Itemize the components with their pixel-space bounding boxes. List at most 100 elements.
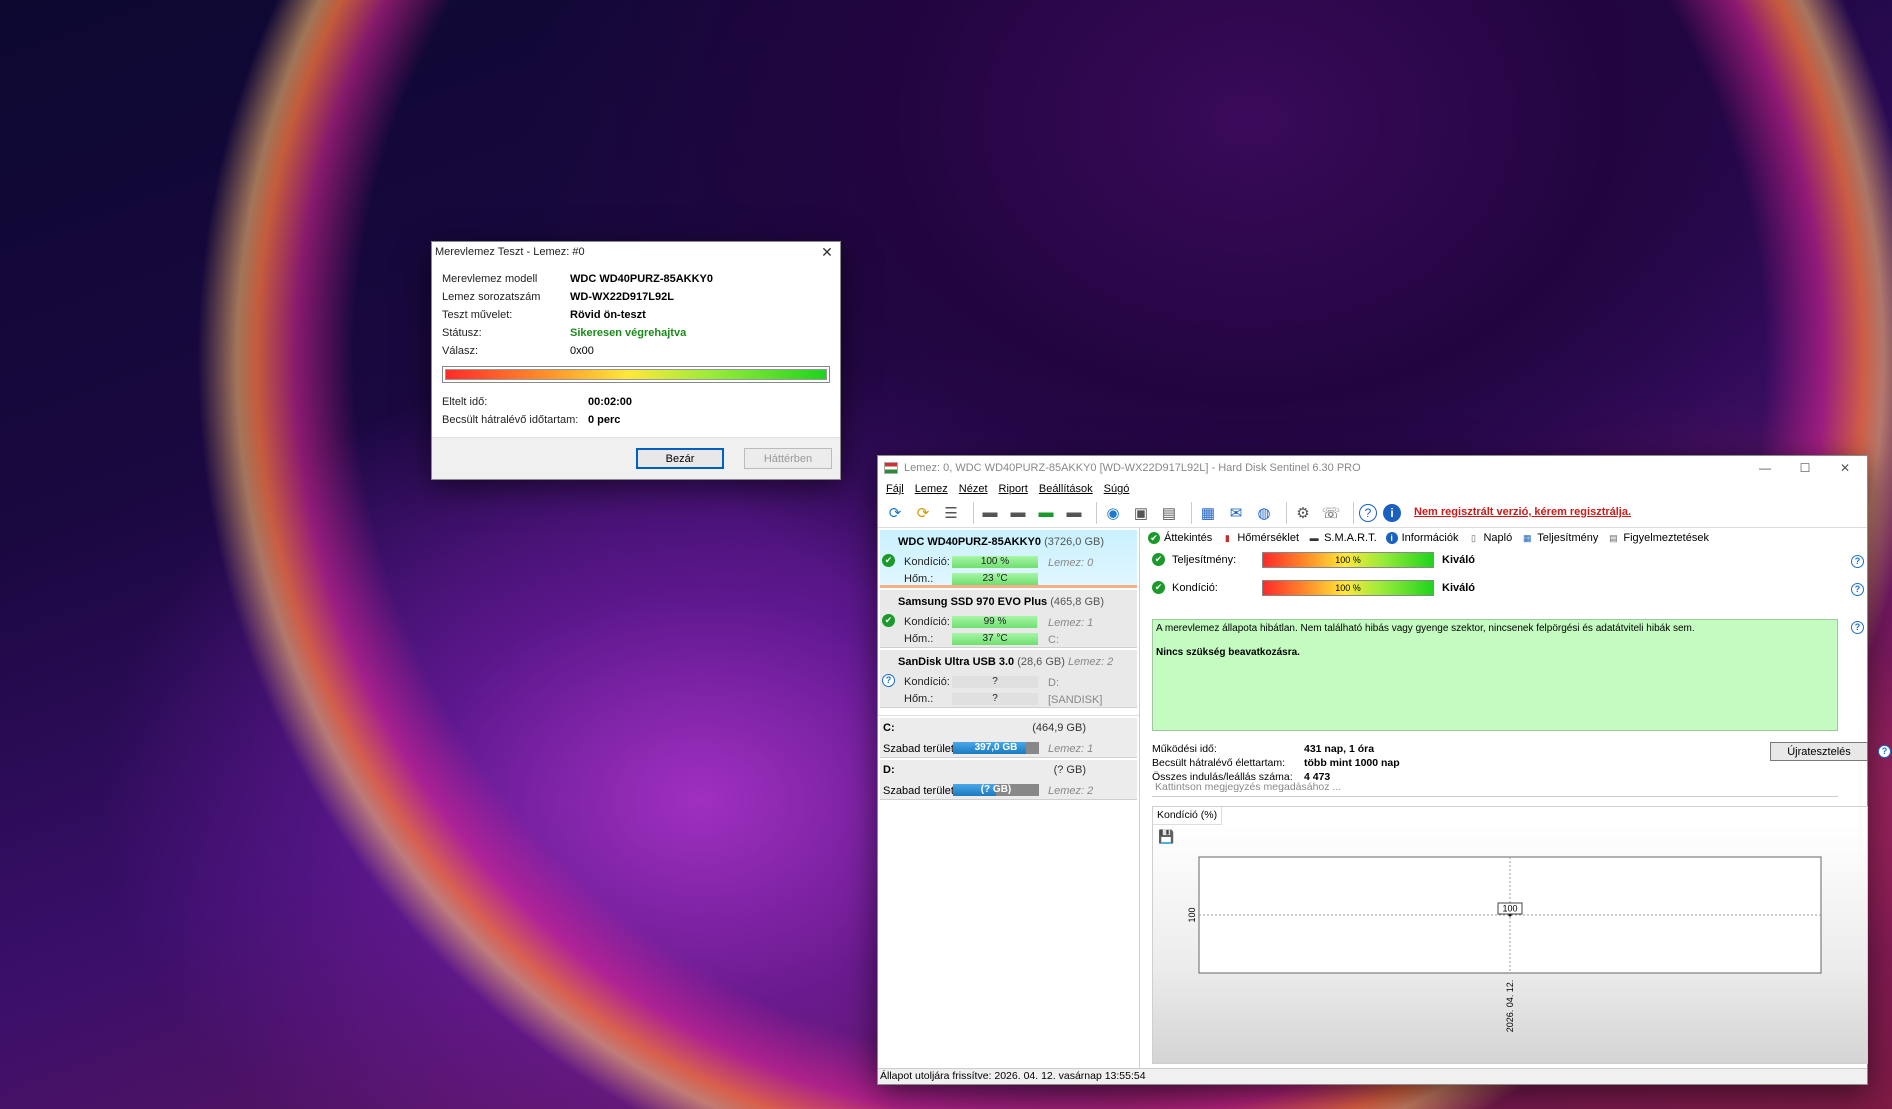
performance-bar: 100 % [1262, 552, 1434, 568]
menu-item[interactable]: Nézet [959, 483, 988, 495]
info-label: Lemez sorozatszám [442, 291, 541, 303]
alert-settings-icon[interactable]: ☏ [1320, 502, 1342, 524]
menu-item[interactable]: Fájl [886, 483, 904, 495]
check-icon: ✔ [1152, 581, 1165, 594]
temperature-value: 37 °C [982, 633, 1008, 644]
minimize-icon[interactable]: — [1745, 456, 1785, 480]
tab-label: Teljesítmény [1537, 532, 1599, 544]
email-icon[interactable]: ✉ [1225, 502, 1247, 524]
unregistered-link[interactable]: Nem regisztrált verzió, kérem regisztrál… [1414, 506, 1631, 518]
info-label: Teszt művelet: [442, 309, 513, 321]
dialog-info-row: Lemez sorozatszám WD-WX22D917L92L [442, 288, 830, 306]
tab-label: Információk [1401, 532, 1459, 544]
help-icon[interactable]: ? [1851, 555, 1864, 568]
surface-test-icon[interactable]: ▬ [1007, 502, 1029, 524]
main-window: Lemez: 0, WDC WD40PURZ-85AKKY0 [WD-WX22D… [877, 455, 1891, 1085]
maximize-icon[interactable]: ☐ [1785, 456, 1825, 480]
toolbar-separator [1353, 501, 1354, 524]
menu-item[interactable]: Beállítások [1039, 483, 1093, 495]
tab-1[interactable]: ▮ Hőmérséklet [1221, 532, 1299, 544]
tab-0[interactable]: ✔ Áttekintés [1148, 532, 1212, 544]
condition-bar: 100 % [1262, 580, 1434, 596]
disk-volume-label: [SANDISK] [1048, 694, 1103, 706]
disk-item[interactable]: Samsung SSD 970 EVO Plus (465,8 GB) ✔ Ko… [880, 590, 1137, 648]
disk-item[interactable]: SanDisk Ultra USB 3.0 (28,6 GB) Lemez: 2… [880, 650, 1137, 708]
close-icon[interactable]: ✕ [1825, 456, 1865, 480]
info-value: WD-WX22D917L92L [570, 291, 674, 303]
condition-row: Kondíció:? [904, 676, 1038, 688]
disk-item[interactable]: WDC WD40PURZ-85AKKY0 (3726,0 GB) ✔ Kondí… [880, 530, 1137, 588]
condition-label: Kondíció: [904, 556, 950, 568]
retest-button[interactable]: Újratesztelés [1770, 742, 1868, 761]
tab-4[interactable]: ▯ Napló [1467, 532, 1512, 544]
chart-tab[interactable]: Kondíció (%) [1153, 807, 1223, 825]
tab-5[interactable]: ▦ Teljesítmény [1521, 532, 1598, 544]
tab-label: Áttekintés [1164, 532, 1213, 544]
performance-text: Kiváló [1442, 554, 1476, 566]
help-icon[interactable]: ? [1878, 745, 1891, 758]
performance-label: ✔ Teljesítmény: [1152, 553, 1262, 566]
tab-6[interactable]: ▤ Figyelmeztetések [1607, 532, 1709, 544]
help-icon[interactable]: ? [1359, 503, 1377, 522]
toolbar-separator [1286, 501, 1287, 524]
status-bar: Állapot utoljára frissítve: 2026. 04. 12… [878, 1068, 1867, 1084]
refresh-all-icon[interactable]: ⟳ [912, 502, 934, 524]
performance-icon: ▦ [1522, 532, 1532, 543]
tab-2[interactable]: ▬ S.M.A.R.T. [1308, 532, 1377, 544]
toolbar-separator [1191, 501, 1192, 524]
dialog-title-bar[interactable]: Merevlemez Teszt - Lemez: #0 ✕ [432, 242, 840, 262]
background-button[interactable]: Háttérben [744, 448, 832, 469]
usb-drive-icon[interactable]: ▤ [1158, 502, 1180, 524]
tab-label: Napló [1483, 532, 1513, 544]
disk-name: WDC WD40PURZ-85AKKY0 (3726,0 GB) [898, 536, 1104, 548]
gear-icon[interactable]: ⚙ [1292, 502, 1314, 524]
free-space-bar: 397,0 GB [953, 742, 1039, 754]
info-label: Becsült hátralévő élettartam: [1152, 757, 1286, 769]
condition-value: 100 % [1335, 583, 1361, 593]
disk-side-label: D: [1048, 677, 1059, 689]
performance-row: ✔ Teljesítmény: 100 % Kiváló [1152, 552, 1475, 568]
condition-bar: ? [952, 676, 1038, 688]
about-icon[interactable]: i [1383, 503, 1401, 522]
info-label: Működési idő: [1152, 743, 1217, 755]
info-label: Merevlemez modell [442, 273, 538, 285]
network-icon[interactable]: ◍ [1253, 502, 1275, 524]
disk-info-icon[interactable]: ◉ [1102, 502, 1124, 524]
close-button[interactable]: Bezár [636, 448, 724, 469]
partition-item[interactable]: D: (? GB) Szabad terület (? GB) Lemez: 2 [880, 760, 1137, 800]
disk-settings-icon[interactable]: ▬ [1063, 502, 1085, 524]
partition-size: (464,9 GB) [1032, 722, 1086, 734]
partition-letter: D: [883, 764, 895, 776]
disk-side-label: Lemez: 0 [1048, 557, 1094, 569]
menu-item[interactable]: Súgó [1104, 483, 1130, 495]
help-icon[interactable]: ? [1851, 583, 1864, 596]
disk-ok-icon[interactable]: ▬ [1035, 502, 1057, 524]
close-icon[interactable]: ✕ [814, 242, 840, 262]
disk-volume-label: C: [1048, 634, 1059, 646]
condition-label: ✔ Kondíció: [1152, 581, 1262, 594]
unknown-status-icon: ? [882, 674, 895, 687]
menu-item[interactable]: Riport [999, 483, 1028, 495]
temperature-value: ? [992, 693, 998, 704]
remaining-row: Becsült hátralévő időtartam: 0 perc [442, 411, 830, 429]
report-icon[interactable]: ▦ [1197, 502, 1219, 524]
tab-label: S.M.A.R.T. [1324, 532, 1377, 544]
condition-text: Kiváló [1442, 582, 1476, 594]
disk-panel: WDC WD40PURZ-85AKKY0 (3726,0 GB) ✔ Kondí… [878, 528, 1140, 1068]
tab-3[interactable]: i Információk [1385, 532, 1459, 544]
drive-tools-icon[interactable]: ▣ [1130, 502, 1152, 524]
disk-list-icon[interactable]: ☰ [940, 502, 962, 524]
main-title-bar[interactable]: Lemez: 0, WDC WD40PURZ-85AKKY0 [WD-WX22D… [878, 456, 1867, 480]
refresh-icon[interactable]: ⟳ [884, 502, 906, 524]
partition-item[interactable]: C: (464,9 GB) Szabad terület 397,0 GB Le… [880, 718, 1137, 758]
action-text: Nincs szükség beavatkozásra. [1156, 647, 1300, 658]
condition-value: ? [992, 676, 998, 687]
disk-test-icon[interactable]: ▬ [979, 502, 1001, 524]
dialog-body: Merevlemez modell WDC WD40PURZ-85AKKY0 Lem… [432, 262, 840, 458]
dialog-title: Merevlemez Teszt - Lemez: #0 [435, 246, 585, 258]
menu-item[interactable]: Lemez [915, 483, 948, 495]
help-icon[interactable]: ? [1851, 621, 1864, 634]
elapsed-value: 00:02:00 [588, 396, 633, 408]
remaining-value: 0 perc [588, 414, 621, 426]
note-input[interactable]: Kattintson megjegyzés megadásához ... [1152, 779, 1838, 797]
